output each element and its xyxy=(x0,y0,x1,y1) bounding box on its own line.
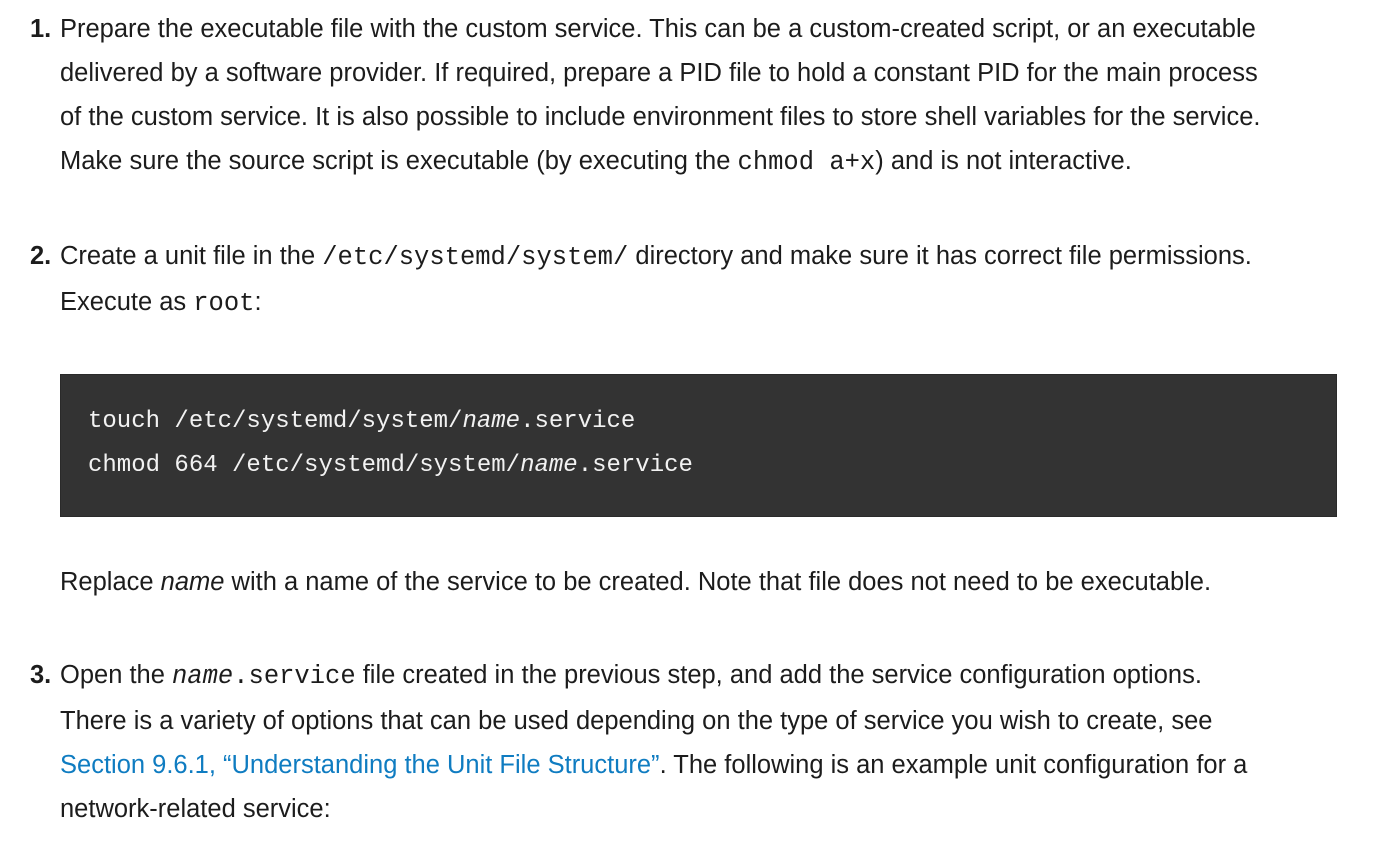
step-text-line: Execute as root: xyxy=(60,288,262,318)
section-link[interactable]: Section 9.6.1, “Understanding the Unit F… xyxy=(60,751,660,779)
inline-code: /etc/systemd/system/ xyxy=(322,243,629,272)
code-line: chmod 664 /etc/systemd/system/name.servi… xyxy=(88,452,693,479)
step-text-line: Make sure the source script is executabl… xyxy=(60,147,1132,177)
step-text-line: network-related service: xyxy=(60,795,331,823)
note-line: Replace name with a name of the service … xyxy=(60,568,1212,596)
step-number: 3. xyxy=(30,661,52,689)
step-number: 2. xyxy=(30,242,52,270)
step-text-line: There is a variety of options that can b… xyxy=(60,707,1213,735)
inline-code: chmod a+x xyxy=(737,148,876,177)
code-block: touch /etc/systemd/system/name.service c… xyxy=(60,374,1337,517)
step-text-line: delivered by a software provider. If req… xyxy=(60,59,1258,87)
step-text-line: Section 9.6.1, “Understanding the Unit F… xyxy=(60,751,1248,779)
inline-code-name: name xyxy=(172,662,234,691)
step-text-line: Create a unit file in the /etc/systemd/s… xyxy=(60,242,1252,272)
step-text-line: of the custom service. It is also possib… xyxy=(60,103,1261,131)
step-text-line: Prepare the executable file with the cus… xyxy=(60,15,1256,43)
code-line: touch /etc/systemd/system/name.service xyxy=(88,408,636,435)
inline-code: .service xyxy=(233,662,356,691)
step-number: 1. xyxy=(30,15,52,43)
step-text-line: Open the name.service file created in th… xyxy=(60,661,1202,691)
inline-code: root xyxy=(193,289,255,318)
